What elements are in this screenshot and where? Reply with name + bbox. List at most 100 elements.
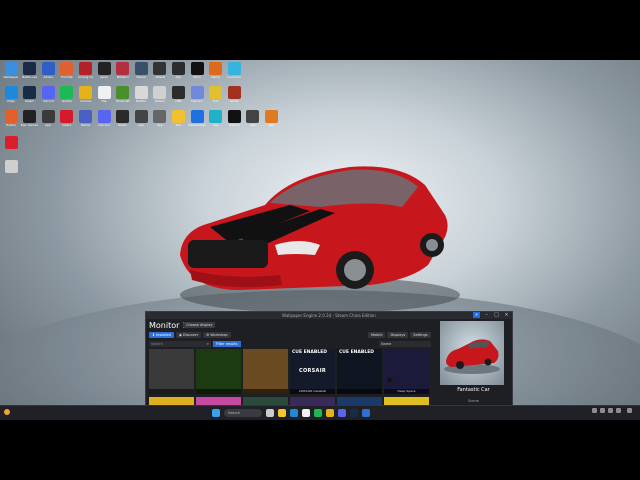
wallpaper-engine-icon[interactable]: [362, 409, 370, 417]
minimize-icon[interactable]: –: [483, 312, 490, 318]
desktop-icon-label: Wallpaper: [3, 76, 19, 79]
desktop-icon[interactable]: Spotify: [58, 86, 76, 108]
desktop-icon[interactable]: Adobe: [39, 62, 57, 84]
sort-select[interactable]: Name: [379, 341, 431, 347]
app-icon: [153, 110, 167, 123]
desktop-icon[interactable]: Tool: [169, 110, 187, 132]
mobile-button[interactable]: Mobile: [368, 332, 386, 338]
tab-discover[interactable]: ◉ Discover: [175, 332, 202, 338]
file-explorer-icon[interactable]: [278, 409, 286, 417]
preview-image: [440, 321, 504, 385]
desktop-icon[interactable]: Apex: [95, 62, 113, 84]
desktop-icon[interactable]: Fortnite: [58, 62, 76, 84]
desktop-icon-label: Blizzard: [116, 76, 129, 79]
desktop-icon[interactable]: Steam: [114, 110, 132, 132]
desktop-icon[interactable]: App: [169, 62, 187, 84]
desktop-icon-label: Ubisoft: [154, 76, 166, 79]
wallpaper-tile[interactable]: [243, 349, 288, 394]
desktop-icon[interactable]: Opera: [58, 110, 76, 132]
desktop-icon[interactable]: Game: [225, 86, 243, 108]
desktop-icon[interactable]: Launcher: [225, 62, 243, 84]
desktop-icon[interactable]: Tool: [207, 86, 225, 108]
desktop-icon[interactable]: Ubisoft: [151, 62, 169, 84]
maximize-icon[interactable]: □: [493, 312, 500, 318]
close-icon[interactable]: ×: [503, 312, 510, 318]
desktop-icon[interactable]: Xbox: [188, 62, 206, 84]
desktop-icon-label: Teams: [80, 124, 91, 127]
wallpaper-tile[interactable]: [149, 349, 194, 394]
desktop-icon[interactable]: Roblox: [151, 86, 169, 108]
desktop-icon[interactable]: [2, 136, 20, 158]
desktop-icon[interactable]: App: [244, 110, 262, 132]
weather-widget[interactable]: [4, 409, 12, 415]
desktop-icon[interactable]: Among Us: [76, 62, 94, 84]
app-icon: [78, 86, 92, 99]
desktop-icon-label: Apex: [100, 76, 108, 79]
window-titlebar[interactable]: Wallpaper Engine 2.0.34 - Steam China Ed…: [146, 312, 512, 319]
desktop-icon-label: Steam: [136, 76, 147, 79]
discord-icon[interactable]: [338, 409, 346, 417]
desktop-icon[interactable]: NVIDIA: [132, 86, 150, 108]
window-title: Wallpaper Engine 2.0.34 - Steam China Ed…: [282, 313, 376, 318]
search-input[interactable]: Search ⌕: [149, 341, 211, 347]
desktop-icon[interactable]: Discord: [39, 86, 57, 108]
wallpaper-tile[interactable]: CUE ENABLED: [337, 349, 382, 394]
wallpaper-tile[interactable]: [196, 349, 241, 394]
video-frame: Wallpaper Battle.net Adobe Fortnite Among Us…: [0, 0, 640, 480]
settings-button[interactable]: Settings: [410, 332, 431, 338]
taskbar-search[interactable]: Search: [224, 409, 262, 417]
desktop-icon[interactable]: Steam: [21, 86, 39, 108]
desktop-icon[interactable]: Steam: [132, 62, 150, 84]
battery-icon[interactable]: [616, 408, 621, 413]
choose-display-button[interactable]: Choose display: [183, 322, 216, 328]
chrome-icon[interactable]: [326, 409, 334, 417]
vr-icon[interactable]: »: [473, 312, 480, 318]
desktop-icon-label: Minecraft: [115, 100, 130, 103]
spotify-icon[interactable]: [314, 409, 322, 417]
desktop-icon[interactable]: Blizzard: [114, 62, 132, 84]
desktop-icon[interactable]: Wallpaper: [2, 62, 20, 84]
download-icon: ⬇: [152, 333, 155, 337]
taskview-icon[interactable]: [266, 409, 274, 417]
store-icon[interactable]: [302, 409, 310, 417]
displays-button[interactable]: Displays: [387, 332, 409, 338]
desktop-icon[interactable]: Minecraft: [114, 86, 132, 108]
desktop-icon[interactable]: [2, 160, 20, 182]
desktop-icon[interactable]: App: [262, 110, 280, 132]
wallpaper-tile[interactable]: CUE ENABLED CORSAIR CORSAIR Celestial: [290, 349, 335, 394]
wallpaper-tile[interactable]: Deep Space: [384, 349, 429, 394]
app-icon: [60, 86, 74, 99]
desktop-icon-label: Game: [229, 100, 239, 103]
desktop-icon[interactable]: OBS: [169, 86, 187, 108]
volume-icon[interactable]: [608, 408, 613, 413]
wifi-icon[interactable]: [600, 408, 605, 413]
steam-icon[interactable]: [350, 409, 358, 417]
wallpaper-engine-window[interactable]: Wallpaper Engine 2.0.34 - Steam China Ed…: [145, 311, 513, 411]
desktop-icon[interactable]: Epic Games: [21, 110, 39, 132]
tab-workshop[interactable]: ⚙ Workshop: [203, 332, 231, 338]
start-icon[interactable]: [212, 409, 220, 417]
app-icon: [134, 110, 148, 123]
desktop-icon[interactable]: Firefox: [2, 110, 20, 132]
edge-icon[interactable]: [290, 409, 298, 417]
desktop-icon[interactable]: Battle.net: [21, 62, 39, 84]
desktop-icon[interactable]: Edge: [2, 86, 20, 108]
desktop-icon[interactable]: App: [39, 110, 57, 132]
notification-icon[interactable]: [627, 408, 632, 413]
filter-results-button[interactable]: Filter results: [213, 341, 241, 347]
desktop-icon[interactable]: Chrome: [76, 86, 94, 108]
desktop-icon[interactable]: Malwarebytes: [188, 110, 206, 132]
desktop-icon[interactable]: File: [95, 86, 113, 108]
app-icon: [97, 86, 111, 99]
desktop-icon[interactable]: App: [207, 110, 225, 132]
desktop-icon[interactable]: Discord: [95, 110, 113, 132]
desktop-icon[interactable]: App: [151, 110, 169, 132]
desktop-icon[interactable]: App: [132, 110, 150, 132]
desktop-icon[interactable]: Teams: [76, 110, 94, 132]
desktop-icon[interactable]: Discord: [188, 86, 206, 108]
desktop-icon[interactable]: Game: [207, 62, 225, 84]
taskbar: Search: [0, 405, 640, 420]
tray-chevron-icon[interactable]: [592, 408, 597, 413]
tab-installed[interactable]: ⬇ Installed: [149, 332, 174, 338]
desktop-icon[interactable]: Wacom: [225, 110, 243, 132]
